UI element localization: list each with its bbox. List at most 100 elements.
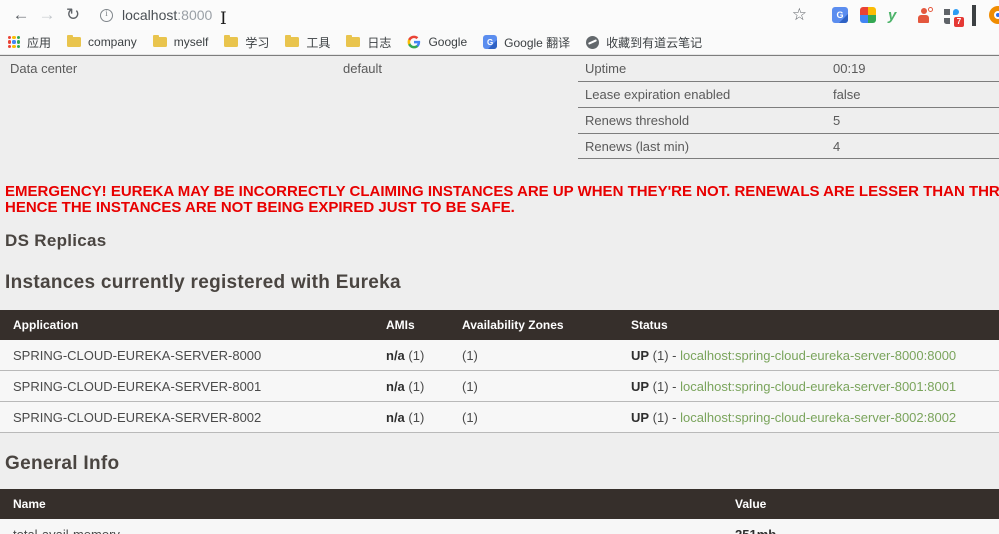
folder-icon	[224, 35, 239, 47]
youdao-extension-icon[interactable]: y	[888, 7, 905, 24]
status-label: Renews threshold	[585, 113, 690, 128]
translate-icon: G	[483, 35, 498, 49]
application-name: SPRING-CLOUD-EUREKA-SERVER-8001	[13, 378, 262, 394]
pinwheel-extension-icon[interactable]	[860, 6, 877, 24]
url-host[interactable]: localhost	[122, 7, 177, 23]
bookmark-google[interactable]: Google	[407, 35, 467, 49]
status-cell: UP (1) - localhost:spring-cloud-eureka-s…	[631, 347, 957, 363]
grid-extension-icon[interactable]: 7	[944, 7, 964, 27]
browser-toolbar: ← → ↻ localhost :8000 ☆ G y 7	[0, 0, 999, 30]
url-port[interactable]: :8000	[177, 7, 212, 23]
notification-badge: 7	[954, 16, 964, 27]
bookmark-star-icon[interactable]: ☆	[792, 5, 807, 25]
table-row: SPRING-CLOUD-EUREKA-SERVER-8001 n/a (1) …	[0, 371, 999, 402]
zones-cell: (1)	[462, 409, 478, 425]
qr-code-icon	[972, 4, 976, 26]
google-g-icon	[408, 35, 421, 49]
bookmark-label: Google	[428, 35, 468, 49]
emergency-line2: HENCE THE INSTANCES ARE NOT BEING EXPIRE…	[5, 199, 515, 216]
col-name: Name	[13, 497, 46, 511]
address-bar[interactable]: localhost :8000	[100, 7, 212, 23]
bookmark-label: 收藏到有道云笔记	[606, 35, 703, 50]
folder-icon	[67, 35, 82, 47]
status-label: Lease expiration enabled	[585, 87, 731, 102]
application-name: SPRING-CLOUD-EUREKA-SERVER-8002	[13, 409, 262, 425]
status-label: Uptime	[585, 61, 627, 76]
amis-cell: n/a (1)	[386, 378, 425, 394]
status-table-left: Data center default	[0, 55, 578, 159]
table-row: SPRING-CLOUD-EUREKA-SERVER-8000 n/a (1) …	[0, 340, 999, 371]
general-name: total-avail-memory	[0, 527, 722, 534]
bookmark-folder-logs[interactable]: 日志	[346, 34, 391, 51]
ds-replicas-heading: DS Replicas	[5, 231, 107, 250]
bookmark-youdao-note[interactable]: 收藏到有道云笔记	[586, 34, 702, 51]
instances-heading: Instances currently registered with Eure…	[5, 272, 401, 293]
grid-icon	[944, 8, 950, 15]
folder-icon	[346, 35, 361, 47]
status-table-right: Uptime 00:19 Lease expiration enabled fa…	[578, 55, 999, 159]
instance-link[interactable]: localhost:spring-cloud-eureka-server-800…	[680, 348, 956, 363]
toolbar-extensions: ☆ G y 7	[792, 0, 999, 30]
bookmark-google-translate[interactable]: G Google 翻译	[483, 34, 570, 51]
instance-link[interactable]: localhost:spring-cloud-eureka-server-800…	[680, 379, 956, 394]
status-value: 4	[833, 138, 841, 154]
bookmark-folder-myself[interactable]: myself	[152, 35, 208, 49]
bookmark-label: 应用	[27, 35, 52, 50]
table-row: SPRING-CLOUD-EUREKA-SERVER-8002 n/a (1) …	[0, 402, 999, 433]
bookmark-folder-tools[interactable]: 工具	[285, 34, 330, 51]
status-row: Lease expiration enabled false	[578, 81, 999, 107]
bookmark-folder-study[interactable]: 学习	[224, 34, 269, 51]
emergency-line1: EMERGENCY! EUREKA MAY BE INCORRECTLY CLA…	[5, 183, 999, 200]
status-row: Data center default	[0, 55, 578, 81]
person-icon	[921, 7, 927, 14]
bookmark-label: company	[88, 35, 137, 49]
general-info-heading: General Info	[5, 453, 120, 474]
status-row: Renews threshold 5	[578, 107, 999, 133]
application-name: SPRING-CLOUD-EUREKA-SERVER-8000	[13, 347, 262, 363]
bookmark-label: 日志	[367, 35, 392, 50]
status-label: Renews (last min)	[585, 138, 690, 154]
folder-icon	[152, 35, 167, 47]
bookmark-label: 学习	[245, 35, 270, 50]
instances-table-header: Application AMIs Availability Zones Stat…	[0, 310, 999, 340]
instances-table: Application AMIs Availability Zones Stat…	[0, 310, 999, 433]
status-value: default	[343, 61, 383, 76]
emergency-warning: EMERGENCY! EUREKA MAY BE INCORRECTLY CLA…	[0, 184, 999, 216]
translate-extension-icon[interactable]: G	[832, 6, 849, 24]
qr-extension-icon[interactable]	[972, 4, 989, 26]
status-row: Renews (last min) 4	[578, 133, 999, 159]
col-value: Value	[735, 497, 767, 511]
col-application: Application	[13, 318, 79, 332]
eureka-dashboard: Data center default Uptime 00:19 Lease e…	[0, 55, 999, 534]
bookmark-label: Google 翻译	[504, 35, 571, 50]
status-value: false	[833, 87, 861, 102]
youdao-icon: y	[888, 6, 897, 24]
bookmark-label: 工具	[306, 35, 331, 50]
back-icon[interactable]: ←	[8, 1, 34, 29]
amis-cell: n/a (1)	[386, 409, 425, 425]
folder-icon	[285, 35, 300, 47]
general-table-header: Name Value	[0, 489, 999, 519]
forward-icon[interactable]: →	[34, 1, 60, 29]
bookmark-apps[interactable]: 应用	[8, 34, 51, 51]
status-cell: UP (1) - localhost:spring-cloud-eureka-s…	[631, 409, 957, 425]
zones-cell: (1)	[462, 378, 478, 394]
general-info-table: Name Value total-avail-memory 251mb	[0, 489, 999, 534]
person-extension-icon[interactable]	[916, 6, 933, 24]
instance-link[interactable]: localhost:spring-cloud-eureka-server-800…	[680, 410, 956, 425]
bookmarks-bar: 应用 company myself 学习 工具 日志 Google G Goog…	[0, 30, 999, 55]
general-value: 251mb	[722, 527, 999, 534]
status-value: 00:19	[833, 61, 866, 76]
reload-icon[interactable]: ↻	[60, 1, 86, 29]
page-info-icon[interactable]	[100, 8, 113, 22]
bookmark-folder-company[interactable]: company	[67, 35, 137, 49]
col-status: Status	[631, 318, 668, 332]
globe-icon	[586, 35, 600, 49]
table-row: total-avail-memory 251mb	[0, 519, 999, 534]
status-label: Data center	[10, 61, 78, 76]
amis-cell: n/a (1)	[386, 347, 425, 363]
col-amis: AMIs	[386, 318, 415, 332]
pinwheel-icon	[860, 6, 876, 23]
apps-grid-icon	[8, 36, 20, 48]
translate-icon: G	[832, 6, 848, 23]
